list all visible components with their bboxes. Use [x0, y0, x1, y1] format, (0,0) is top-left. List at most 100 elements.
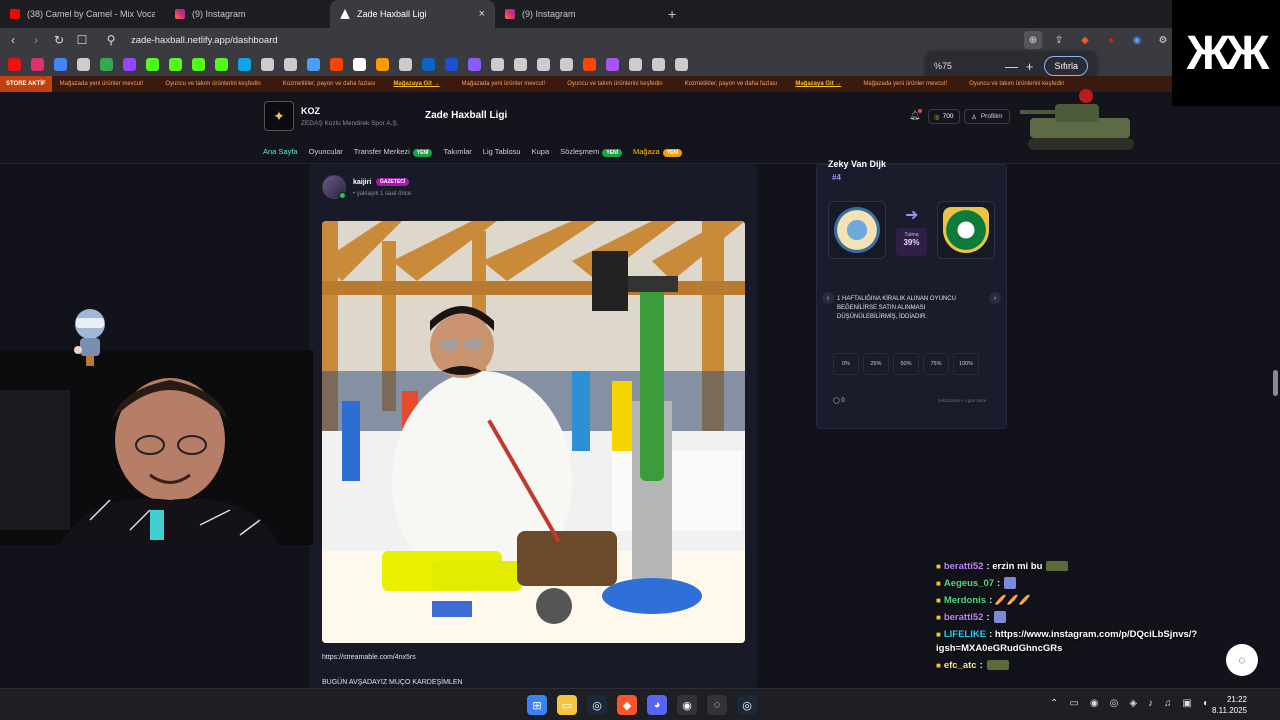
chat-bubble-button[interactable]: ◌ [1226, 644, 1258, 676]
percent-option-button[interactable]: 50% [893, 353, 919, 375]
bookmark-icon[interactable] [537, 57, 550, 71]
post-link[interactable]: https://streamable.com/4nx5rs [322, 654, 416, 661]
bookmark-icon[interactable] [215, 57, 228, 71]
author-avatar[interactable] [322, 175, 346, 199]
next-button[interactable]: › [989, 292, 1001, 304]
tray-app-icon[interactable]: ◉ [1090, 698, 1099, 709]
nav-item[interactable]: Sözleşmem YENİ [560, 147, 622, 157]
percent-option-button[interactable]: 0% [833, 353, 859, 375]
obs-icon[interactable]: ◉ [677, 695, 697, 715]
file-explorer-icon[interactable]: ▭ [557, 695, 577, 715]
bookmark-icon[interactable] [238, 57, 251, 71]
bookmark-icon[interactable] [468, 57, 481, 71]
ticker-store-link[interactable]: Mağazaya Git → [795, 81, 841, 87]
to-team-crest[interactable] [937, 201, 995, 259]
back-icon[interactable]: ‹ [6, 33, 20, 47]
chat-username[interactable]: beratti52 [944, 612, 984, 623]
bookmark-icon[interactable] [399, 57, 412, 71]
bookmark-icon[interactable] [629, 57, 642, 71]
bookmark-icon[interactable] [169, 57, 182, 71]
chat-username[interactable]: beratti52 [944, 561, 984, 572]
zoom-in-button[interactable]: + [1020, 59, 1038, 74]
extension-icon[interactable]: ◉ [1128, 31, 1146, 49]
ticker-store-link[interactable]: Mağazaya Git → [394, 81, 440, 87]
tray-app-icon[interactable]: ◈ [1129, 698, 1137, 709]
percent-option-button[interactable]: 25% [863, 353, 889, 375]
club-logo[interactable]: ✦ [264, 101, 294, 131]
bookmark-icon[interactable] [422, 57, 435, 71]
bookmark-icon[interactable] [514, 57, 527, 71]
nav-item[interactable]: Mağaza YENİ [633, 147, 683, 157]
bookmark-icon[interactable] [261, 57, 274, 71]
bookmark-icon[interactable] [560, 57, 573, 71]
windows-start-icon[interactable]: ⊞ [527, 695, 547, 715]
chat-username[interactable]: Aegeus_07 [944, 578, 994, 589]
volume-icon[interactable]: ♫ [1164, 698, 1172, 709]
clock[interactable]: 21:22 8.11.2025 [1212, 694, 1247, 716]
url-field[interactable]: zade-haxball.netlify.app/dashboard [131, 35, 278, 46]
bookmark-icon[interactable]: ☐ [75, 33, 89, 47]
chat-username[interactable]: efc_atc [944, 660, 977, 671]
tab-instagram-1[interactable]: (9) Instagram [165, 0, 330, 28]
display-icon[interactable]: ▣ [1183, 698, 1192, 709]
close-tab-icon[interactable]: × [479, 8, 485, 20]
profile-button[interactable]: ♙ Profilim [964, 109, 1010, 124]
post-photo[interactable] [322, 221, 745, 643]
nav-item[interactable]: Transfer Merkezi YENİ [354, 147, 433, 157]
notification-bell-icon[interactable]: 🔔︎ [909, 109, 923, 121]
bookmark-icon[interactable] [307, 57, 320, 71]
reload-icon[interactable]: ↻ [52, 33, 66, 47]
nav-item[interactable]: Takımlar [443, 147, 471, 156]
site-info-icon[interactable]: ⚲ [104, 33, 118, 47]
tab-zade-haxball[interactable]: Zade Haxball Ligi × [330, 0, 495, 28]
app-icon[interactable]: ◌ [707, 695, 727, 715]
speaker-icon[interactable]: ◐ [1203, 698, 1209, 709]
bookmark-icon[interactable] [8, 57, 21, 71]
bookmark-icon[interactable] [606, 57, 619, 71]
comment-count[interactable]: ◯ 0 [833, 397, 845, 404]
discord-icon[interactable]: ◕ [647, 695, 667, 715]
tab-instagram-2[interactable]: (9) Instagram [495, 0, 660, 28]
percent-option-button[interactable]: 75% [923, 353, 949, 375]
nav-item[interactable]: Oyuncular [309, 147, 343, 156]
page-scrollbar[interactable] [1272, 0, 1280, 720]
extension-icon[interactable]: ⚙ [1154, 31, 1172, 49]
chat-username[interactable]: Merdonis [944, 595, 986, 606]
bookmark-icon[interactable] [146, 57, 159, 71]
extension-icon[interactable]: ● [1102, 31, 1120, 49]
bookmark-icon[interactable] [192, 57, 205, 71]
bookmark-icon[interactable] [353, 57, 366, 71]
battery-icon[interactable]: ▭ [1069, 698, 1078, 709]
previous-button[interactable]: ‹ [822, 292, 834, 304]
new-tab-button[interactable]: + [668, 6, 676, 22]
bookmark-icon[interactable] [54, 57, 67, 71]
tray-chevron-icon[interactable]: ⌃ [1050, 698, 1058, 709]
nav-item[interactable]: Kupa [532, 147, 550, 156]
brave-browser-icon[interactable]: ◆ [617, 695, 637, 715]
steam-icon[interactable]: ◎ [587, 695, 607, 715]
bookmark-icon[interactable] [491, 57, 504, 71]
scrollbar-thumb[interactable] [1273, 370, 1278, 396]
tab-youtube[interactable]: (38) Camel by Camel - Mix Vocal - Yo [0, 0, 165, 28]
bookmark-icon[interactable] [284, 57, 297, 71]
nav-item[interactable]: Lig Tablosu [483, 147, 521, 156]
from-team-crest[interactable] [828, 201, 886, 259]
bookmark-icon[interactable] [445, 57, 458, 71]
bookmark-icon[interactable] [583, 57, 596, 71]
bookmark-icon[interactable] [376, 57, 389, 71]
bookmark-icon[interactable] [77, 57, 90, 71]
bookmark-icon[interactable] [330, 57, 343, 71]
bookmark-icon[interactable] [100, 57, 113, 71]
nav-item[interactable]: Ana Sayfa [263, 147, 298, 156]
share-icon[interactable]: ⇪ [1050, 31, 1068, 49]
bookmark-icon[interactable] [675, 57, 688, 71]
chat-username[interactable]: LIFELIKE [944, 629, 986, 640]
zoom-reset-button[interactable]: Sıfırla [1044, 56, 1088, 76]
post-author[interactable]: kaijiri [353, 179, 371, 186]
coin-balance[interactable]: ◎ 700 [928, 109, 960, 124]
bookmark-icon[interactable] [31, 57, 44, 71]
steam-tray-icon[interactable]: ◎ [1110, 698, 1119, 709]
zoom-icon[interactable]: ⊕ [1024, 31, 1042, 49]
forward-icon[interactable]: › [29, 33, 43, 47]
microphone-icon[interactable]: ♪ [1148, 698, 1153, 709]
